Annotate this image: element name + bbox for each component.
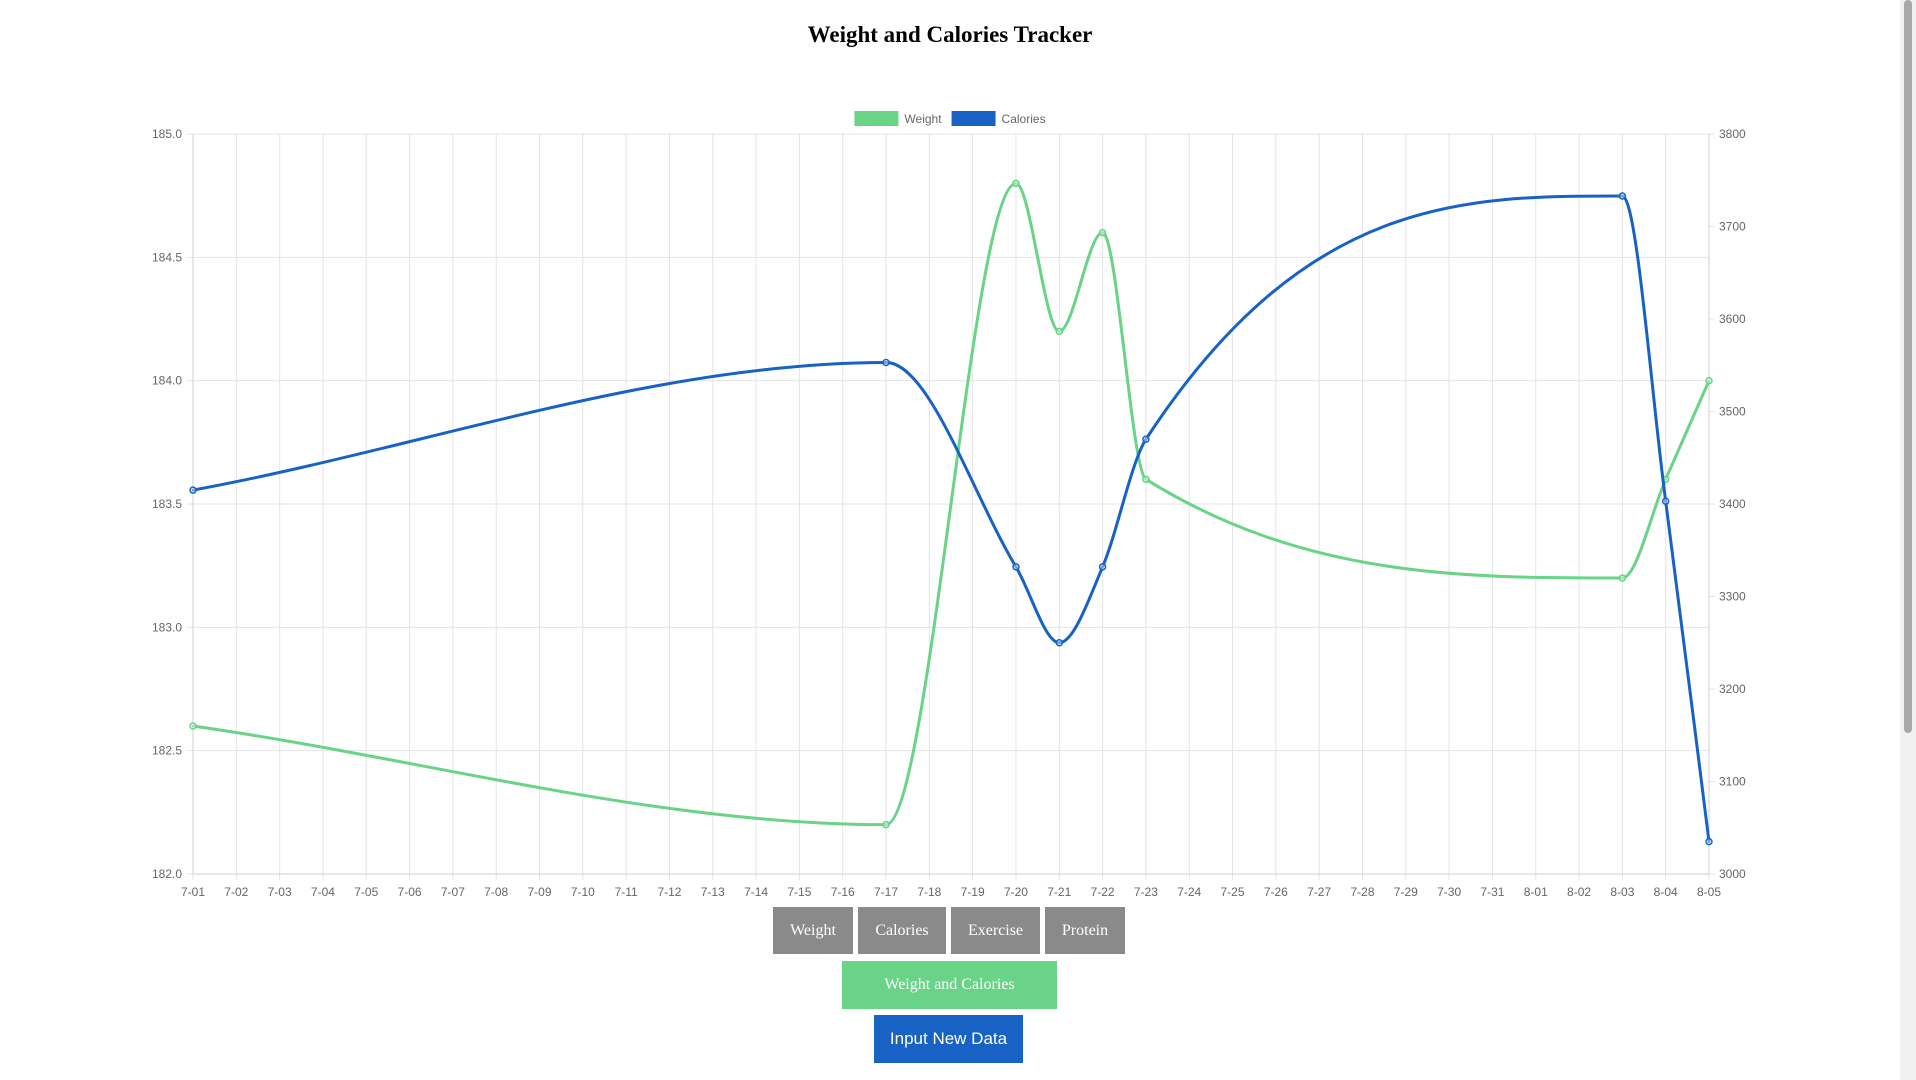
scrollbar-thumb[interactable] <box>1904 0 1912 733</box>
x-tick-label: 7-25 <box>1221 885 1245 899</box>
y-left-tick-label: 182.5 <box>152 744 182 758</box>
calories-data-point[interactable] <box>1098 563 1107 571</box>
x-tick-label: 7-09 <box>527 885 551 899</box>
y-right-tick-label: 3200 <box>1719 682 1746 696</box>
calories-data-point[interactable] <box>1705 837 1713 846</box>
y-right-tick-label: 3800 <box>1719 127 1746 141</box>
y-right-tick-label: 3600 <box>1719 312 1746 326</box>
calories-data-point[interactable] <box>882 358 890 367</box>
x-tick-label: 7-06 <box>398 885 422 899</box>
y-right-tick-label: 3300 <box>1719 590 1746 604</box>
y-right-tick-label: 3700 <box>1719 220 1746 234</box>
x-tick-label: 7-13 <box>701 885 725 899</box>
x-tick-label: 7-01 <box>181 885 205 899</box>
weight-data-point[interactable] <box>1012 179 1020 188</box>
x-tick-label: 7-19 <box>961 885 985 899</box>
exercise-button[interactable]: Exercise <box>951 907 1040 954</box>
y-right-tick-label: 3500 <box>1719 405 1746 419</box>
x-tick-label: 7-31 <box>1480 885 1504 899</box>
calories-legend-label[interactable]: Calories <box>1002 112 1046 126</box>
weight-data-point[interactable] <box>1055 327 1064 336</box>
x-tick-label: 7-23 <box>1134 885 1158 899</box>
x-tick-label: 7-11 <box>615 885 638 899</box>
chart-legend: Weight Calories <box>854 111 1046 126</box>
weight-legend-label[interactable]: Weight <box>904 112 942 126</box>
calories-data-point[interactable] <box>1142 435 1150 443</box>
x-tick-label: 7-29 <box>1394 885 1418 899</box>
y-right-tick-label: 3000 <box>1719 867 1746 881</box>
input-new-data-button[interactable]: Input New Data <box>874 1015 1023 1063</box>
weight-data-point[interactable] <box>882 820 890 829</box>
x-tick-label: 7-16 <box>831 885 855 899</box>
weight-legend-swatch[interactable] <box>854 111 899 126</box>
calories-data-point[interactable] <box>1661 497 1670 505</box>
x-tick-label: 8-04 <box>1654 885 1678 899</box>
calories-series-line <box>191 194 1711 844</box>
weight-data-point[interactable] <box>1098 228 1107 237</box>
weight-and-calories-button[interactable]: Weight and Calories <box>842 961 1057 1009</box>
y-right-tick-label: 3400 <box>1719 497 1746 511</box>
weight-button[interactable]: Weight <box>773 907 853 954</box>
weight-data-point[interactable] <box>1618 574 1627 582</box>
x-tick-label: 7-21 <box>1047 885 1071 899</box>
x-tick-label: 7-02 <box>224 885 248 899</box>
x-tick-label: 7-28 <box>1350 885 1374 899</box>
x-tick-label: 7-26 <box>1264 885 1288 899</box>
x-tick-label: 7-14 <box>744 885 768 899</box>
weight-data-point[interactable] <box>189 722 197 730</box>
calories-button[interactable]: Calories <box>858 907 946 954</box>
x-tick-label: 7-12 <box>657 885 681 899</box>
calories-data-point[interactable] <box>189 486 197 494</box>
calories-data-point[interactable] <box>1618 192 1627 200</box>
y-left-tick-label: 185.0 <box>152 127 182 141</box>
y-left-tick-label: 184.5 <box>152 250 182 264</box>
x-tick-label: 7-04 <box>311 885 335 899</box>
x-tick-label: 7-03 <box>268 885 292 899</box>
y-right-tick-label: 3100 <box>1719 775 1746 789</box>
x-tick-label: 8-03 <box>1610 885 1634 899</box>
x-tick-label: 7-27 <box>1307 885 1331 899</box>
protein-button[interactable]: Protein <box>1045 907 1125 954</box>
x-tick-label: 7-15 <box>787 885 811 899</box>
x-tick-label: 7-08 <box>484 885 508 899</box>
chart-series <box>189 179 1713 846</box>
x-tick-label: 7-20 <box>1004 885 1028 899</box>
weight-calories-chart: 7-01 7-02 7-03 7-04 7-05 7-06 7-07 7-08 7-09 7-10… <box>152 111 1746 899</box>
calories-data-point[interactable] <box>1012 563 1020 571</box>
y-left-tick-label: 183.0 <box>152 620 182 634</box>
x-tick-label: 8-01 <box>1524 885 1548 899</box>
x-tick-label: 7-17 <box>874 885 898 899</box>
weight-data-point[interactable] <box>1142 475 1150 484</box>
calories-data-point[interactable] <box>1055 639 1064 647</box>
y-left-tick-label: 183.5 <box>152 497 182 511</box>
x-tick-label: 7-05 <box>354 885 378 899</box>
calories-legend-swatch[interactable] <box>951 111 996 126</box>
x-tick-label: 7-30 <box>1437 885 1461 899</box>
y-left-tick-label: 182.0 <box>152 867 182 881</box>
x-tick-label: 7-10 <box>571 885 595 899</box>
x-tick-label: 8-02 <box>1567 885 1591 899</box>
x-tick-label: 7-07 <box>441 885 465 899</box>
x-tick-label: 7-22 <box>1091 885 1115 899</box>
y-left-tick-label: 184.0 <box>152 374 182 388</box>
page-scrollbar[interactable] <box>1900 0 1916 1080</box>
weight-data-point[interactable] <box>1705 376 1713 385</box>
x-tick-label: 8-05 <box>1697 885 1721 899</box>
x-tick-label: 7-18 <box>917 885 941 899</box>
x-tick-label: 7-24 <box>1177 885 1201 899</box>
